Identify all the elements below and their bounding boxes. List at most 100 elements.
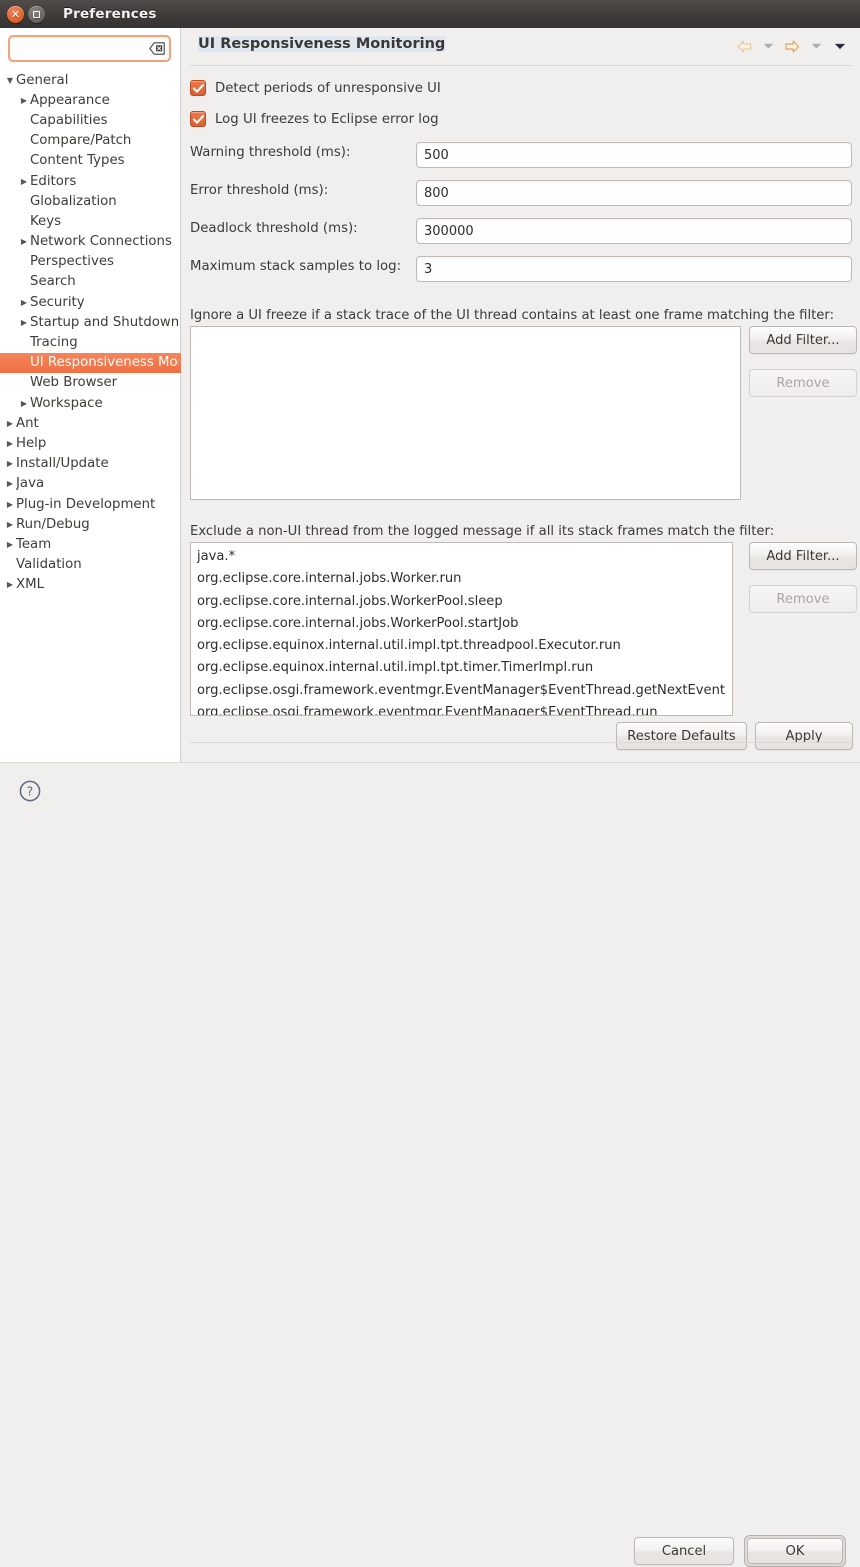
chevron-right-icon[interactable]: ▶ [4, 439, 16, 448]
exclude-filter-list[interactable]: java.* org.eclipse.core.internal.jobs.Wor… [190, 542, 733, 716]
back-menu-chevron-down-icon[interactable] [757, 37, 779, 55]
sidebar-item-perspectives[interactable]: Perspectives [0, 252, 181, 272]
log-ui-freezes-checkbox-row[interactable]: Log UI freezes to Eclipse error log [190, 111, 439, 127]
warning-threshold-input[interactable] [416, 142, 852, 168]
apply-button[interactable]: Apply [755, 722, 853, 750]
sidebar-item-plug-in-development[interactable]: ▶ Plug-in Development [0, 494, 181, 514]
log-ui-freezes-checkbox[interactable] [190, 111, 206, 127]
sidebar-item-label: Editors [30, 173, 77, 189]
warning-threshold-label: Warning threshold (ms): [190, 145, 351, 160]
sidebar-item-network-connections[interactable]: ▶ Network Connections [0, 232, 181, 252]
sidebar-item-editors[interactable]: ▶ Editors [0, 171, 181, 191]
sidebar-item-install-update[interactable]: ▶ Install/Update [0, 454, 181, 474]
sidebar-item-label: Appearance [30, 92, 110, 108]
chevron-right-icon[interactable]: ▶ [4, 459, 16, 468]
chevron-right-icon[interactable]: ▶ [18, 96, 30, 105]
chevron-right-icon[interactable]: ▶ [18, 177, 30, 186]
chevron-right-icon[interactable]: ▶ [4, 419, 16, 428]
clear-field-icon[interactable] [149, 41, 165, 55]
forward-menu-chevron-down-icon[interactable] [805, 37, 827, 55]
sidebar-item-label: UI Responsiveness Monitoring [30, 355, 179, 371]
ignore-filter-list[interactable] [190, 326, 741, 500]
sidebar-item-ant[interactable]: ▶ Ant [0, 413, 181, 433]
page-nav-icons [733, 37, 851, 55]
view-menu-chevron-down-icon[interactable] [829, 37, 851, 55]
deadlock-threshold-row: Deadlock threshold (ms): [190, 218, 852, 244]
list-item[interactable]: org.eclipse.osgi.framework.eventmgr.Even… [191, 680, 732, 702]
sidebar-item-validation[interactable]: Validation [0, 555, 181, 575]
list-item[interactable]: org.eclipse.core.internal.jobs.WorkerPoo… [191, 613, 732, 635]
ignore-remove-button[interactable]: Remove [749, 369, 857, 397]
chevron-right-icon[interactable]: ▶ [18, 298, 30, 307]
sidebar-item-compare-patch[interactable]: Compare/Patch [0, 131, 181, 151]
sidebar-item-label: Java [16, 476, 45, 492]
sidebar-item-run-debug[interactable]: ▶ Run/Debug [0, 514, 181, 534]
detect-unresponsive-ui-checkbox-row[interactable]: Detect periods of unresponsive UI [190, 80, 441, 96]
ignore-add-filter-button[interactable]: Add Filter... [749, 326, 857, 354]
error-threshold-row: Error threshold (ms): [190, 180, 852, 206]
sidebar-item-label: Team [16, 536, 52, 552]
forward-arrow-icon[interactable] [781, 37, 803, 55]
restore-defaults-button[interactable]: Restore Defaults [616, 722, 747, 750]
list-item[interactable]: org.eclipse.equinox.internal.util.impl.t… [191, 657, 732, 679]
list-item[interactable]: org.eclipse.equinox.internal.util.impl.t… [191, 635, 732, 657]
deadlock-threshold-label: Deadlock threshold (ms): [190, 221, 358, 236]
sidebar-item-team[interactable]: ▶ Team [0, 534, 181, 554]
chevron-right-icon[interactable]: ▶ [4, 479, 16, 488]
chevron-down-icon[interactable]: ▼ [4, 76, 16, 85]
sidebar-item-web-browser[interactable]: Web Browser [0, 373, 181, 393]
sidebar-item-capabilities[interactable]: Capabilities [0, 110, 181, 130]
search-field-wrapper [8, 35, 171, 62]
preferences-sidebar: ▼ General ▶ Appearance Capabilities Compare/P… [0, 28, 181, 762]
sidebar-item-appearance[interactable]: ▶ Appearance [0, 90, 181, 110]
footer-divider [190, 742, 852, 743]
chevron-right-icon[interactable]: ▶ [18, 237, 30, 246]
chevron-right-icon[interactable]: ▶ [18, 399, 30, 408]
chevron-right-icon[interactable]: ▶ [4, 580, 16, 589]
sidebar-item-help[interactable]: ▶ Help [0, 433, 181, 453]
list-item[interactable]: org.eclipse.osgi.framework.eventmgr.Even… [191, 702, 732, 715]
sidebar-item-security[interactable]: ▶ Security [0, 292, 181, 312]
ok-button-default-ring: OK [744, 1535, 846, 1567]
sidebar-item-workspace[interactable]: ▶ Workspace [0, 393, 181, 413]
sidebar-item-tracing[interactable]: Tracing [0, 332, 181, 352]
list-item[interactable]: org.eclipse.core.internal.jobs.WorkerPoo… [191, 591, 732, 613]
sidebar-item-java[interactable]: ▶ Java [0, 474, 181, 494]
sidebar-item-globalization[interactable]: Globalization [0, 191, 181, 211]
max-stack-samples-label: Maximum stack samples to log: [190, 259, 402, 274]
sidebar-item-ui-responsiveness-monitoring[interactable]: UI Responsiveness Monitoring [0, 352, 181, 373]
sidebar-item-label: Plug-in Development [16, 496, 156, 512]
deadlock-threshold-input[interactable] [416, 218, 852, 244]
back-arrow-icon[interactable] [733, 37, 755, 55]
list-item[interactable]: java.* [191, 546, 732, 568]
sidebar-item-label: Help [16, 435, 47, 451]
close-icon[interactable]: ✕ [7, 5, 24, 23]
preferences-tree[interactable]: ▼ General ▶ Appearance Capabilities Compare/P… [0, 70, 181, 762]
sidebar-item-label: Tracing [30, 335, 78, 351]
sidebar-item-search[interactable]: Search [0, 272, 181, 292]
sidebar-item-startup-and-shutdown[interactable]: ▶ Startup and Shutdown [0, 312, 181, 332]
search-input[interactable] [8, 35, 171, 62]
sidebar-item-content-types[interactable]: Content Types [0, 151, 181, 171]
chevron-right-icon[interactable]: ▶ [4, 500, 16, 509]
restore-icon[interactable] [28, 5, 45, 23]
sidebar-item-label: Capabilities [30, 112, 108, 128]
exclude-add-filter-button[interactable]: Add Filter... [749, 542, 857, 570]
list-item[interactable]: org.eclipse.core.internal.jobs.Worker.ru… [191, 568, 732, 590]
warning-threshold-row: Warning threshold (ms): [190, 142, 852, 168]
cancel-button[interactable]: Cancel [634, 1537, 734, 1565]
chevron-right-icon[interactable]: ▶ [4, 540, 16, 549]
sidebar-item-label: Content Types [30, 153, 125, 169]
dialog-footer: ? Cancel OK [0, 762, 860, 1567]
sidebar-item-xml[interactable]: ▶ XML [0, 575, 181, 595]
sidebar-item-keys[interactable]: Keys [0, 211, 181, 231]
help-icon[interactable]: ? [18, 779, 42, 803]
sidebar-item-general[interactable]: ▼ General [0, 70, 181, 90]
detect-unresponsive-ui-checkbox[interactable] [190, 80, 206, 96]
error-threshold-input[interactable] [416, 180, 852, 206]
max-stack-samples-input[interactable] [416, 256, 852, 282]
exclude-remove-button[interactable]: Remove [749, 585, 857, 613]
ok-button[interactable]: OK [747, 1538, 843, 1564]
chevron-right-icon[interactable]: ▶ [18, 318, 30, 327]
chevron-right-icon[interactable]: ▶ [4, 520, 16, 529]
